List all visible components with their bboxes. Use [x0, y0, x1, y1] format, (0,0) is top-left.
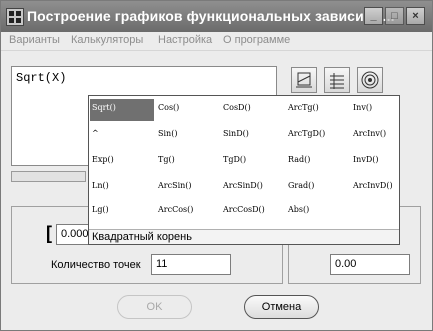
function-item[interactable]: Ln(): [90, 177, 154, 199]
target-icon: [361, 71, 379, 89]
function-item[interactable]: TgD(): [221, 151, 285, 173]
minimize-button[interactable]: _: [364, 7, 383, 25]
table-icon: [330, 73, 344, 89]
ok-button[interactable]: OK: [117, 295, 192, 319]
function-item[interactable]: Sin(): [156, 125, 220, 147]
function-item[interactable]: ArcSin(): [156, 177, 220, 199]
function-item[interactable]: Cos(): [156, 99, 220, 121]
range-start-value: 0.000: [61, 228, 89, 240]
function-item[interactable]: ^: [90, 125, 154, 147]
function-item[interactable]: InvD(): [351, 151, 415, 173]
maximize-button[interactable]: □: [385, 7, 404, 25]
function-item[interactable]: CosD(): [221, 99, 285, 121]
table-button[interactable]: [324, 67, 350, 93]
menu-settings[interactable]: Настройка: [158, 34, 212, 46]
function-item[interactable]: ArcCos(): [156, 201, 220, 223]
end-value: 0.00: [335, 258, 357, 270]
close-button[interactable]: ×: [406, 7, 425, 25]
menu-about[interactable]: О программе: [223, 34, 290, 46]
formula-text: Sqrt(X): [16, 71, 67, 85]
function-item[interactable]: Lg(): [90, 201, 154, 223]
points-label: Количество точек: [51, 259, 141, 271]
close-icon: ×: [412, 9, 419, 22]
title-bar[interactable]: Построение графиков функциональных завис…: [1, 1, 432, 32]
cancel-button[interactable]: Отмена: [244, 295, 319, 319]
function-item[interactable]: Grad(): [286, 177, 350, 199]
function-item[interactable]: Abs(): [286, 201, 350, 223]
points-value: 11: [156, 258, 168, 270]
function-description: Квадратный корень: [89, 229, 399, 244]
window-title: Построение графиков функциональных завис…: [27, 8, 395, 24]
function-item-sqrt[interactable]: Sqrt(): [90, 99, 154, 121]
ok-label: OK: [146, 301, 163, 313]
function-item[interactable]: Inv(): [351, 99, 415, 121]
menu-calculators[interactable]: Калькуляторы: [71, 34, 143, 46]
target-button[interactable]: [357, 67, 383, 93]
graph-button[interactable]: [291, 67, 317, 93]
range-bracket: [: [46, 223, 52, 243]
progress-bar-left: [11, 171, 86, 182]
points-field[interactable]: 11: [151, 254, 231, 275]
menu-variants[interactable]: Варианты: [9, 34, 60, 46]
function-item[interactable]: Rad(): [286, 151, 350, 173]
menu-bar: Варианты Калькуляторы Настройка О програ…: [1, 32, 432, 51]
app-icon: [6, 8, 24, 26]
maximize-icon: □: [391, 9, 398, 22]
function-item[interactable]: ArcTgD(): [286, 125, 350, 147]
function-item[interactable]: Exp(): [90, 151, 154, 173]
cancel-label: Отмена: [261, 301, 302, 313]
function-item[interactable]: ArcInv(): [351, 125, 415, 147]
function-item[interactable]: ArcSinD(): [221, 177, 285, 199]
function-item[interactable]: SinD(): [221, 125, 285, 147]
end-value-field[interactable]: 0.00: [330, 254, 410, 275]
function-item[interactable]: ArcTg(): [286, 99, 350, 121]
function-item[interactable]: ArcCosD(): [221, 201, 285, 223]
minimize-icon: _: [370, 9, 377, 22]
graph-icon: [296, 72, 312, 88]
function-item[interactable]: ArcInvD(): [351, 177, 415, 199]
function-popup: Sqrt() Cos() CosD() ArcTg() Inv() ^ Sin(…: [88, 95, 400, 245]
app-window: Построение графиков функциональных завис…: [0, 0, 433, 331]
function-item[interactable]: Tg(): [156, 151, 220, 173]
